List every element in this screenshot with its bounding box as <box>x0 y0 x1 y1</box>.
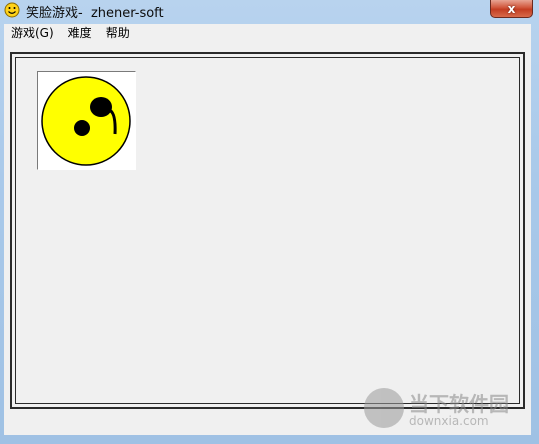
game-board[interactable] <box>10 52 525 409</box>
watermark-title: 当下软件园 <box>409 392 509 416</box>
app-smiley-icon <box>4 2 20 18</box>
face-tile[interactable] <box>37 71 136 170</box>
close-button[interactable]: x <box>490 0 533 18</box>
menu-difficulty[interactable]: 难度 <box>61 24 99 43</box>
title-bar[interactable]: 笑脸游戏- zhener-soft x <box>0 0 539 22</box>
game-client-area <box>4 44 531 435</box>
window-title: 笑脸游戏- zhener-soft <box>26 6 164 21</box>
game-window: 笑脸游戏- zhener-soft x 游戏(G) 难度 帮助 当下软件园 do… <box>0 0 539 444</box>
close-icon: x <box>507 1 516 16</box>
smiley-face-icon <box>41 76 131 166</box>
watermark: 当下软件园 downxia.com <box>364 386 534 436</box>
menu-help[interactable]: 帮助 <box>99 24 137 43</box>
watermark-subtitle: downxia.com <box>409 414 489 428</box>
menu-bar: 游戏(G) 难度 帮助 <box>4 24 531 44</box>
menu-game[interactable]: 游戏(G) <box>4 24 61 43</box>
watermark-logo-icon <box>364 388 404 428</box>
